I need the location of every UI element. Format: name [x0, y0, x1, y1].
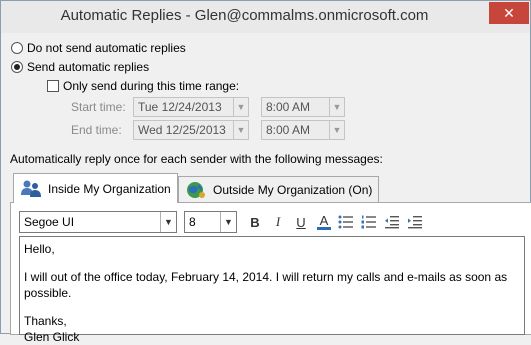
underline-icon: U	[296, 214, 306, 230]
start-date-field: Tue 12/24/2013 ▼	[133, 97, 249, 117]
send-option[interactable]: Send automatic replies	[11, 60, 149, 74]
message-closing: Thanks,	[24, 314, 67, 328]
time-range-checkbox[interactable]	[47, 80, 59, 92]
end-hour-field: 8:00 AM ▼	[261, 120, 345, 140]
message-editor[interactable]: Hello, I will out of the office today, F…	[19, 236, 525, 344]
send-label: Send automatic replies	[27, 60, 150, 74]
numbering-button[interactable]	[360, 213, 378, 231]
font-size-select[interactable]: 8 ▼	[184, 211, 237, 233]
time-range-option[interactable]: Only send during this time range:	[47, 79, 239, 93]
send-radio[interactable]	[11, 61, 23, 73]
bullets-button[interactable]	[337, 213, 355, 231]
do-not-send-radio[interactable]	[11, 42, 23, 54]
end-hour-value: 8:00 AM	[266, 123, 311, 137]
chevron-down-icon: ▼	[220, 212, 236, 232]
do-not-send-label: Do not send automatic replies	[27, 41, 186, 55]
close-icon: ✕	[503, 4, 515, 21]
chevron-down-icon: ▼	[233, 120, 249, 140]
increase-indent-button[interactable]	[406, 213, 424, 231]
time-range-label: Only send during this time range:	[63, 79, 240, 93]
font-color-icon: A	[319, 213, 329, 228]
italic-icon: I	[275, 214, 281, 229]
close-button[interactable]: ✕	[489, 2, 529, 24]
tab-outside-label: Outside My Organization (On)	[213, 182, 373, 197]
start-hour-field: 8:00 AM ▼	[261, 97, 345, 117]
people-icon	[20, 179, 42, 199]
font-name-select[interactable]: Segoe UI ▼	[19, 211, 177, 233]
start-hour-value: 8:00 AM	[266, 100, 311, 114]
chevron-down-icon: ▼	[329, 120, 345, 140]
end-time-label: End time:	[71, 123, 122, 137]
numbered-list-icon	[361, 215, 376, 229]
reply-section-label: Automatically reply once for each sender…	[10, 152, 383, 166]
title-bar: Automatic Replies - Glen@commalms.onmicr…	[1, 1, 530, 33]
underline-button[interactable]: U	[292, 213, 310, 231]
do-not-send-option[interactable]: Do not send automatic replies	[11, 41, 186, 55]
increase-indent-icon	[408, 216, 422, 229]
start-time-label: Start time:	[71, 100, 126, 114]
window-title: Automatic Replies - Glen@commalms.onmicr…	[60, 7, 429, 24]
decrease-indent-icon	[385, 216, 399, 229]
font-size-value: 8	[189, 215, 196, 229]
bold-button[interactable]: B	[246, 213, 264, 231]
message-body: I will out of the office today, February…	[24, 270, 508, 300]
bullet-list-icon	[338, 215, 353, 229]
start-date-value: Tue 12/24/2013	[138, 100, 222, 114]
end-date-value: Wed 12/25/2013	[138, 123, 226, 137]
message-signature: Glen Glick	[24, 330, 80, 344]
chevron-down-icon: ▼	[233, 97, 249, 117]
italic-button[interactable]: I	[269, 213, 287, 231]
bold-icon: B	[250, 214, 260, 230]
font-name-value: Segoe UI	[24, 215, 75, 229]
message-greeting: Hello,	[24, 242, 55, 256]
chevron-down-icon: ▼	[329, 97, 345, 117]
tab-inside-label: Inside My Organization	[48, 181, 171, 196]
globe-icon	[185, 180, 207, 200]
automatic-replies-dialog: Automatic Replies - Glen@commalms.onmicr…	[0, 0, 531, 344]
end-date-field: Wed 12/25/2013 ▼	[133, 120, 249, 140]
tab-outside-organization[interactable]: Outside My Organization (On)	[178, 176, 380, 202]
tab-inside-organization[interactable]: Inside My Organization	[13, 173, 178, 203]
chevron-down-icon: ▼	[160, 212, 176, 232]
font-color-swatch	[317, 227, 331, 230]
font-color-button[interactable]: A	[315, 213, 333, 231]
decrease-indent-button[interactable]	[383, 213, 401, 231]
